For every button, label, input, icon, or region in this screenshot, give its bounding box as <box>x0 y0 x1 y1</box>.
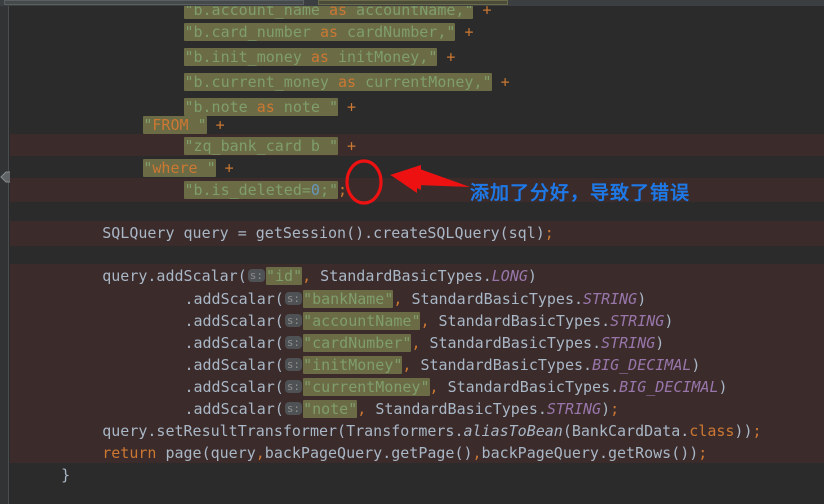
parameter-hint-chip: s: <box>284 380 303 393</box>
parameter-hint-chip: s: <box>284 336 303 349</box>
parameter-hint-chip: s: <box>284 402 303 415</box>
string-literal: "b.is_deleted=0;" <box>184 181 338 199</box>
parameter-hint-chip: s: <box>247 269 265 282</box>
editor-gutter[interactable] <box>0 6 9 504</box>
chrome-field-left[interactable] <box>4 0 304 5</box>
parameter-hint-chip: s: <box>284 314 303 327</box>
code-line[interactable]: "b.init_money as initMoney," + <box>10 45 824 70</box>
string-literal: "id" <box>265 267 303 285</box>
editor-surface[interactable]: "b.account_name as accountName," + "b.car… <box>10 6 824 504</box>
code-line[interactable]: query.addScalar(s: "id", StandardBasicTyp… <box>10 264 824 289</box>
string-literal: "currentMoney" <box>303 378 430 396</box>
string-literal: "accountName" <box>303 312 421 330</box>
code-line[interactable]: "b.card_number as cardNumber," + <box>10 20 824 45</box>
string-literal: "b.current_money as currentMoney," <box>184 73 492 91</box>
code-editor-screenshot: "b.account_name as accountName," + "b.car… <box>0 0 824 504</box>
chrome-field-right[interactable] <box>318 0 508 5</box>
string-literal: "b.card_number as cardNumber," <box>184 23 456 41</box>
string-literal: "FROM " <box>143 116 207 134</box>
string-literal: "note" <box>303 400 358 418</box>
string-literal: "initMoney" <box>303 356 403 374</box>
string-literal: "zq_bank_card b " <box>184 137 338 155</box>
code-line[interactable]: SQLQuery query = getSession().createSQLQ… <box>10 221 824 246</box>
string-literal: "cardNumber" <box>303 334 412 352</box>
code-lines: "b.account_name as accountName," + "b.car… <box>10 6 824 504</box>
parameter-hint-chip: s: <box>284 292 303 305</box>
parameter-hint-chip: s: <box>284 358 303 371</box>
string-literal: "where " <box>143 159 216 177</box>
code-line[interactable]: } <box>10 463 824 488</box>
annotation-note-text: 添加了分好，导致了错误 <box>470 182 691 204</box>
code-line[interactable]: "b.is_deleted=0;"; <box>10 178 824 203</box>
string-literal: "b.account_name as accountName," <box>184 6 474 19</box>
string-literal: "b.init_money as initMoney," <box>184 48 438 66</box>
code-line[interactable]: "b.current_money as currentMoney," + <box>10 70 824 95</box>
string-literal: "bankName" <box>303 290 394 308</box>
